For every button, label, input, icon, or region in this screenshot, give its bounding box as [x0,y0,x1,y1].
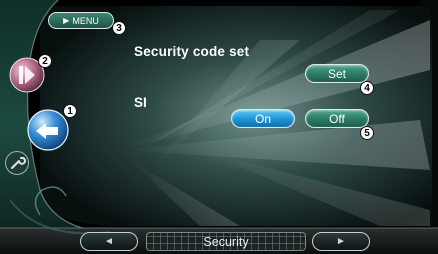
callout-1: 1 [63,104,77,118]
next-arrow-icon: ► [336,236,346,247]
set-button[interactable]: Set [305,64,369,83]
next-button[interactable]: ► [312,232,370,251]
prev-arrow-icon: ◄ [104,236,114,247]
si-off-button[interactable]: Off [305,109,369,128]
callout-2: 2 [38,54,52,68]
callout-4: 4 [360,81,374,95]
si-on-button[interactable]: On [231,109,295,128]
callout-3: 3 [112,21,126,35]
screen: ▶ MENU Security code set SI Set On Off 1… [0,0,438,254]
page-title: Security code set [134,44,250,59]
play-triangle-icon: ▶ [63,16,70,25]
prev-button[interactable]: ◄ [80,232,138,251]
menu-button[interactable]: ▶ MENU [48,12,114,29]
menu-label: MENU [72,15,99,26]
si-label: SI [134,95,147,110]
source-label: Security [146,232,306,251]
wrench-icon[interactable] [4,150,30,176]
callout-5: 5 [360,126,374,140]
